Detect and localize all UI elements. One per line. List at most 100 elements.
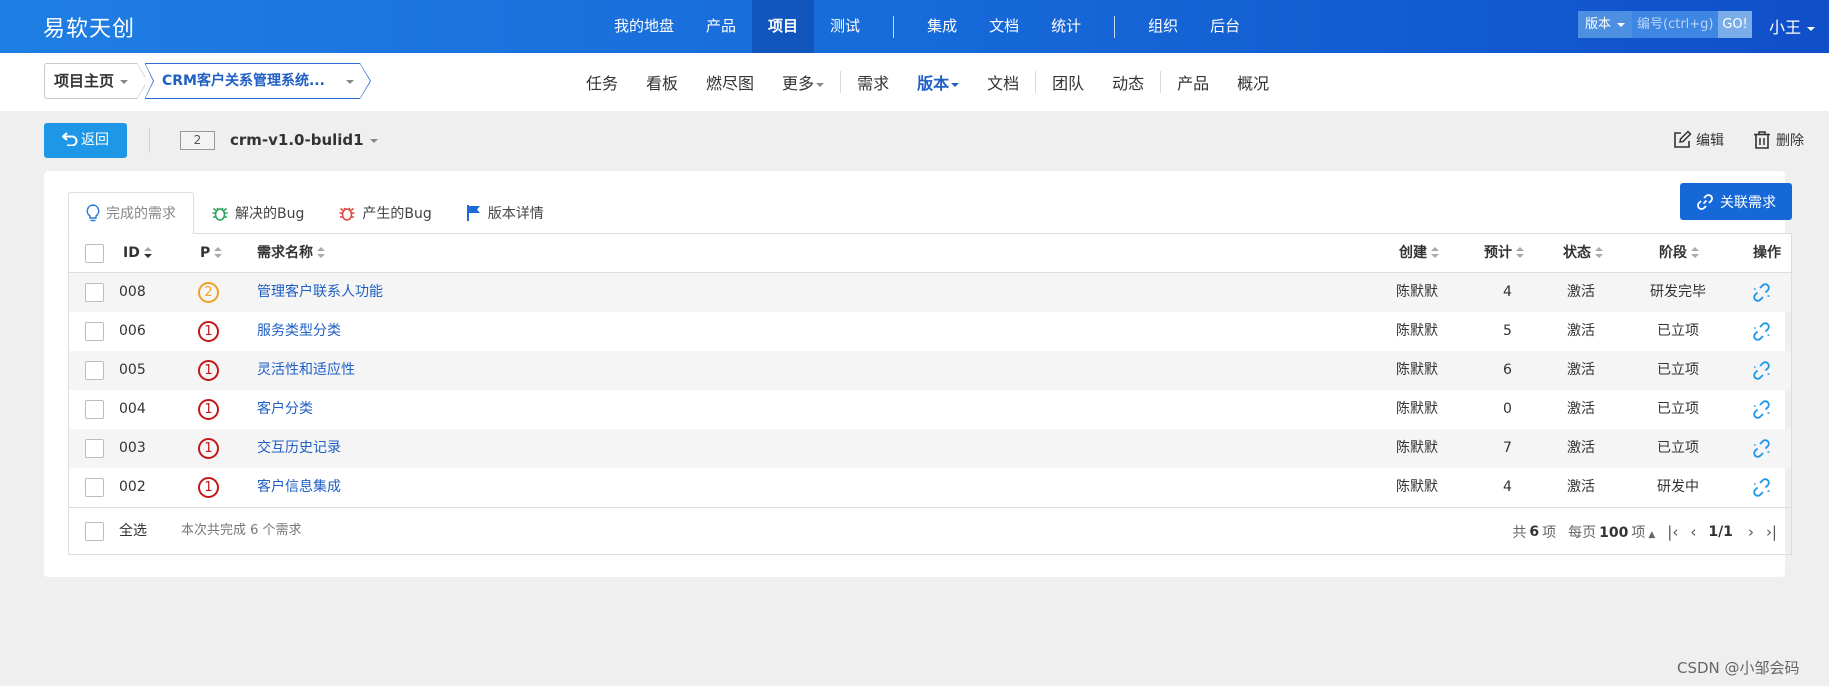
version-select[interactable]: crm-v1.0-bulid1 — [230, 131, 378, 149]
story-estimate: 7 — [1503, 440, 1512, 456]
subnav-task[interactable]: 任务 — [572, 70, 632, 94]
nav-stats[interactable]: 统计 — [1035, 0, 1097, 53]
breadcrumb-project-select[interactable]: CRM客户关系管理系统... — [145, 63, 371, 99]
nav-test[interactable]: 测试 — [814, 0, 876, 53]
story-title-link[interactable]: 客户信息集成 — [257, 468, 341, 507]
chevron-down-icon — [120, 79, 129, 84]
header-label: 阶段 — [1659, 245, 1687, 261]
subnav-doc[interactable]: 文档 — [973, 70, 1033, 94]
story-stage: 研发完毕 — [1650, 284, 1706, 300]
story-estimate: 6 — [1503, 362, 1512, 378]
unlink-icon — [1753, 400, 1770, 419]
bug-icon — [339, 207, 355, 221]
tab-finished-stories[interactable]: 完成的需求 — [68, 192, 194, 234]
story-creator: 陈默默 — [1396, 323, 1438, 339]
sort-status-header[interactable]: 状态 — [1563, 234, 1603, 273]
link-story-button[interactable]: 关联需求 — [1680, 183, 1792, 220]
story-status: 激活 — [1567, 401, 1595, 417]
row-checkbox[interactable] — [85, 283, 104, 302]
subnav-team[interactable]: 团队 — [1038, 70, 1098, 94]
prev-page-icon[interactable]: ‹ — [1690, 523, 1696, 541]
table-row[interactable]: 004 1 客户分类 陈默默 0 激活 已立项 — [69, 390, 1791, 429]
subnav-product[interactable]: 产品 — [1163, 70, 1223, 94]
nav-divider — [1114, 15, 1116, 38]
bug-icon — [212, 207, 228, 221]
subnav-kanban[interactable]: 看板 — [632, 70, 692, 94]
story-title-link[interactable]: 灵活性和适应性 — [257, 351, 355, 390]
subnav-build[interactable]: 版本 — [903, 70, 973, 94]
nav-org[interactable]: 组织 — [1132, 0, 1194, 53]
story-id: 003 — [119, 440, 146, 456]
table-row[interactable]: 003 1 交互历史记录 陈默默 7 激活 已立项 — [69, 429, 1791, 468]
search-type-select[interactable]: 版本 — [1578, 11, 1633, 38]
pager: 共6项 每页 100 项 ▲ |‹ ‹ 1/1 › ›| — [1512, 508, 1777, 555]
story-creator: 陈默默 — [1396, 284, 1438, 300]
flag-icon — [466, 205, 480, 221]
nav-admin[interactable]: 后台 — [1194, 0, 1256, 53]
sort-estimate-header[interactable]: 预计 — [1484, 234, 1524, 273]
unlink-button[interactable] — [1752, 283, 1771, 303]
subnav-burndown[interactable]: 燃尽图 — [692, 70, 768, 94]
row-checkbox[interactable] — [85, 322, 104, 341]
search-go-button[interactable]: GO! — [1718, 11, 1753, 38]
table-row[interactable]: 008 2 管理客户联系人功能 陈默默 4 激活 研发完毕 — [69, 273, 1791, 312]
row-checkbox[interactable] — [85, 478, 104, 497]
breadcrumb-project-home[interactable]: 项目主页 — [44, 63, 149, 99]
table-row[interactable]: 006 1 服务类型分类 陈默默 5 激活 已立项 — [69, 312, 1791, 351]
tab-build-details[interactable]: 版本详情 — [449, 192, 561, 234]
tab-generated-bugs[interactable]: 产生的Bug — [321, 192, 448, 234]
table-row[interactable]: 002 1 客户信息集成 陈默默 4 激活 研发中 — [69, 468, 1791, 507]
story-stage: 已立项 — [1657, 401, 1699, 417]
unlink-button[interactable] — [1752, 478, 1771, 498]
row-checkbox[interactable] — [85, 361, 104, 380]
select-all-checkbox[interactable] — [85, 522, 104, 541]
sort-name-header[interactable]: 需求名称 — [257, 234, 325, 273]
header-checkbox[interactable] — [85, 244, 104, 263]
back-button[interactable]: 返回 — [44, 123, 127, 158]
story-title-link[interactable]: 服务类型分类 — [257, 312, 341, 351]
nav-integration[interactable]: 集成 — [911, 0, 973, 53]
toolbar-divider — [149, 128, 150, 153]
pager-per-page-prefix: 每页 — [1568, 524, 1597, 541]
story-title-link[interactable]: 客户分类 — [257, 390, 313, 429]
delete-button[interactable]: 删除 — [1752, 130, 1804, 150]
row-checkbox[interactable] — [85, 439, 104, 458]
nav-my[interactable]: 我的地盘 — [598, 0, 690, 53]
unlink-button[interactable] — [1752, 439, 1771, 459]
story-title-link[interactable]: 管理客户联系人功能 — [257, 273, 383, 312]
subnav-more[interactable]: 更多 — [768, 70, 838, 94]
subnav-overview[interactable]: 概况 — [1223, 70, 1283, 94]
story-title-link[interactable]: 交互历史记录 — [257, 429, 341, 468]
nav-product[interactable]: 产品 — [690, 0, 752, 53]
select-all-label[interactable]: 全选 — [119, 512, 147, 551]
nav-doc[interactable]: 文档 — [973, 0, 1035, 53]
pager-per-page[interactable]: 每页 100 项 ▲ — [1568, 522, 1655, 542]
story-stage: 已立项 — [1657, 323, 1699, 339]
first-page-icon[interactable]: |‹ — [1667, 523, 1678, 541]
next-page-icon[interactable]: › — [1748, 523, 1754, 541]
sort-stage-header[interactable]: 阶段 — [1659, 234, 1699, 273]
tab-resolved-bugs[interactable]: 解决的Bug — [194, 192, 321, 234]
story-estimate: 4 — [1503, 284, 1512, 300]
header-label: 创建 — [1399, 245, 1427, 261]
header-label: ID — [123, 245, 140, 261]
nav-project[interactable]: 项目 — [752, 0, 815, 53]
sort-pri-header[interactable]: P — [200, 234, 223, 273]
row-checkbox[interactable] — [85, 400, 104, 419]
app-logo[interactable]: 易软天创 — [43, 11, 135, 43]
user-menu[interactable]: 小王 — [1769, 14, 1816, 38]
edit-button[interactable]: 编辑 — [1672, 130, 1724, 150]
sort-id-header[interactable]: ID — [123, 234, 152, 273]
tab-bar: 完成的需求 解决的Bug 产生的Bug 版本详情 — [68, 192, 561, 234]
subnav-story[interactable]: 需求 — [843, 70, 903, 94]
table-row[interactable]: 005 1 灵活性和适应性 陈默默 6 激活 已立项 — [69, 351, 1791, 390]
last-page-icon[interactable]: ›| — [1766, 523, 1777, 541]
unlink-button[interactable] — [1752, 400, 1771, 420]
pager-total-prefix: 共 — [1512, 524, 1527, 541]
chevron-down-icon — [1807, 26, 1816, 31]
subnav-dynamic[interactable]: 动态 — [1098, 70, 1158, 94]
sort-creator-header[interactable]: 创建 — [1399, 234, 1439, 273]
unlink-button[interactable] — [1752, 361, 1771, 381]
unlink-button[interactable] — [1752, 322, 1771, 342]
search-input[interactable] — [1632, 11, 1719, 38]
